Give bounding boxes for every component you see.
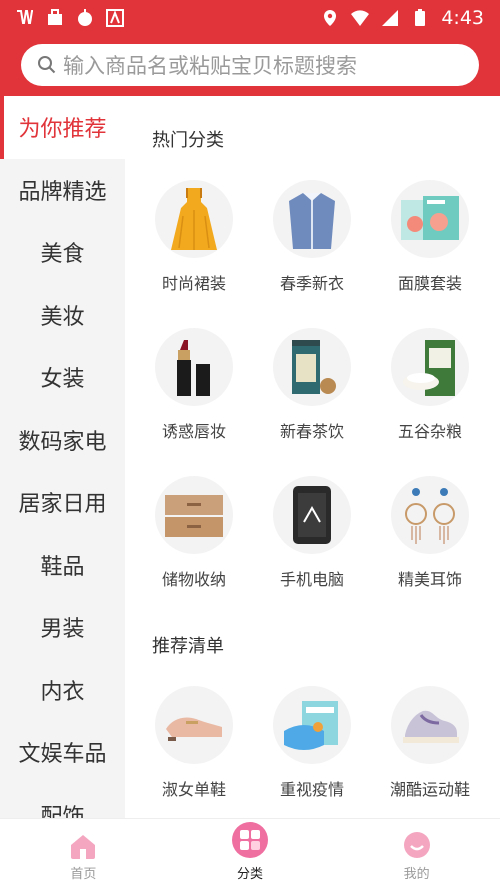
tab-profile[interactable]: 我的 — [333, 819, 500, 888]
wifi-icon — [351, 10, 370, 26]
category-item[interactable]: 手机电脑 — [253, 476, 371, 624]
dress-icon — [155, 180, 233, 258]
category-label: 潮酷运动鞋 — [389, 780, 470, 799]
category-label: 诱惑唇妆 — [161, 422, 226, 441]
tab-label: 分类 — [237, 867, 264, 882]
sidebar-item-label: 为你推荐 — [18, 117, 107, 143]
profile-icon — [403, 832, 430, 858]
sidebar-item-label: 女装 — [40, 367, 85, 393]
category-label: 新春茶饮 — [279, 422, 344, 441]
sidebar-item-digital[interactable]: 数码家电 — [0, 409, 125, 472]
category-item[interactable]: 淑女单鞋 — [135, 686, 253, 818]
loafer-shoe-icon — [155, 686, 233, 764]
sidebar-item-beauty[interactable]: 美妆 — [0, 284, 125, 347]
home-icon — [71, 835, 96, 859]
sidebar-item-entertainment[interactable]: 文娱车品 — [0, 721, 125, 784]
category-item[interactable]: 重视疫情 — [253, 686, 371, 818]
lipstick-icon — [155, 328, 233, 406]
category-item[interactable]: 潮酷运动鞋 — [371, 686, 489, 818]
category-item[interactable]: 诱惑唇妆 — [135, 328, 253, 476]
search-placeholder: 输入商品名或粘贴宝贝标题搜索 — [63, 54, 357, 78]
sidebar-item-label: 男装 — [40, 617, 85, 643]
hot-category-grid: 时尚裙装 春季新衣 面膜套装 诱惑唇妆 新春茶饮 五谷杂粮 储物收纳 手机电脑 … — [125, 180, 500, 624]
shirt-icon — [273, 180, 351, 258]
category-label: 春季新衣 — [279, 274, 344, 293]
battery-icon — [415, 9, 426, 26]
sidebar-item-brands[interactable]: 品牌精选 — [0, 159, 125, 222]
sidebar-item-recommend[interactable]: 为你推荐 — [0, 96, 125, 159]
category-item[interactable]: 精美耳饰 — [371, 476, 489, 624]
tea-can-icon — [273, 328, 351, 406]
sidebar-item-home[interactable]: 居家日用 — [0, 471, 125, 534]
earrings-icon — [391, 476, 469, 554]
status-time: 4:43 — [441, 7, 484, 29]
section-title-hot: 热门分类 — [152, 130, 224, 151]
sidebar-item-label: 文娱车品 — [18, 742, 107, 768]
category-icon — [232, 822, 268, 858]
bottom-tab-bar: 首页 分类 我的 — [0, 818, 500, 888]
text-app-notification-icon — [106, 9, 124, 27]
sidebar-item-underwear[interactable]: 内衣 — [0, 659, 125, 722]
section-title-recommend: 推荐清单 — [152, 636, 224, 657]
signal-icon — [382, 10, 399, 26]
search-input[interactable]: 输入商品名或粘贴宝贝标题搜索 — [21, 44, 479, 86]
status-bar: 4:43 — [0, 0, 500, 36]
shopping-notification-icon — [48, 9, 62, 25]
category-label: 手机电脑 — [279, 570, 344, 589]
phone-icon — [273, 476, 351, 554]
location-icon — [324, 10, 337, 26]
tab-label: 我的 — [403, 867, 430, 882]
category-content: 热门分类 时尚裙装 春季新衣 面膜套装 诱惑唇妆 新春茶饮 五谷杂粮 储物收纳 … — [125, 96, 500, 818]
facemask-box-icon — [391, 180, 469, 258]
category-label: 淑女单鞋 — [161, 780, 226, 799]
category-label: 时尚裙装 — [161, 274, 226, 293]
category-item[interactable]: 面膜套装 — [371, 180, 489, 328]
category-label: 重视疫情 — [279, 780, 344, 799]
category-label: 精美耳饰 — [397, 570, 462, 589]
tab-label: 首页 — [70, 867, 97, 882]
sidebar-item-shoes[interactable]: 鞋品 — [0, 534, 125, 597]
sidebar-item-label: 配饰 — [40, 804, 85, 818]
rice-bag-icon — [391, 328, 469, 406]
sidebar-item-label: 鞋品 — [40, 554, 85, 580]
tab-category[interactable]: 分类 — [167, 819, 334, 888]
category-item[interactable]: 时尚裙装 — [135, 180, 253, 328]
sidebar-item-men[interactable]: 男装 — [0, 596, 125, 659]
sidebar-item-label: 数码家电 — [18, 429, 107, 455]
category-label: 面膜套装 — [397, 274, 462, 293]
apple-notification-icon — [78, 9, 92, 26]
search-icon — [38, 56, 56, 74]
sidebar-item-label: 美食 — [40, 242, 85, 268]
sidebar-item-label: 品牌精选 — [18, 179, 107, 205]
face-mask-icon — [273, 686, 351, 764]
drawer-box-icon — [155, 476, 233, 554]
tab-home[interactable]: 首页 — [0, 819, 167, 888]
sidebar-item-label: 美妆 — [40, 304, 85, 330]
category-item[interactable]: 五谷杂粮 — [371, 328, 489, 476]
search-header: 输入商品名或粘贴宝贝标题搜索 — [0, 36, 500, 96]
recommend-grid: 淑女单鞋 重视疫情 潮酷运动鞋 — [125, 686, 500, 818]
sidebar-item-label: 内衣 — [40, 679, 85, 705]
category-item[interactable]: 储物收纳 — [135, 476, 253, 624]
sidebar-item-label: 居家日用 — [18, 492, 107, 518]
app-notification-icon — [17, 10, 33, 24]
category-item[interactable]: 新春茶饮 — [253, 328, 371, 476]
category-item[interactable]: 春季新衣 — [253, 180, 371, 328]
category-label: 储物收纳 — [161, 570, 226, 589]
sneaker-icon — [391, 686, 469, 764]
sidebar-item-women[interactable]: 女装 — [0, 346, 125, 409]
sidebar-item-accessories[interactable]: 配饰 — [0, 784, 125, 818]
sidebar-item-food[interactable]: 美食 — [0, 221, 125, 284]
category-label: 五谷杂粮 — [397, 422, 462, 441]
category-sidebar: 为你推荐 品牌精选 美食 美妆 女装 数码家电 居家日用 鞋品 男装 内衣 文娱… — [0, 96, 125, 818]
